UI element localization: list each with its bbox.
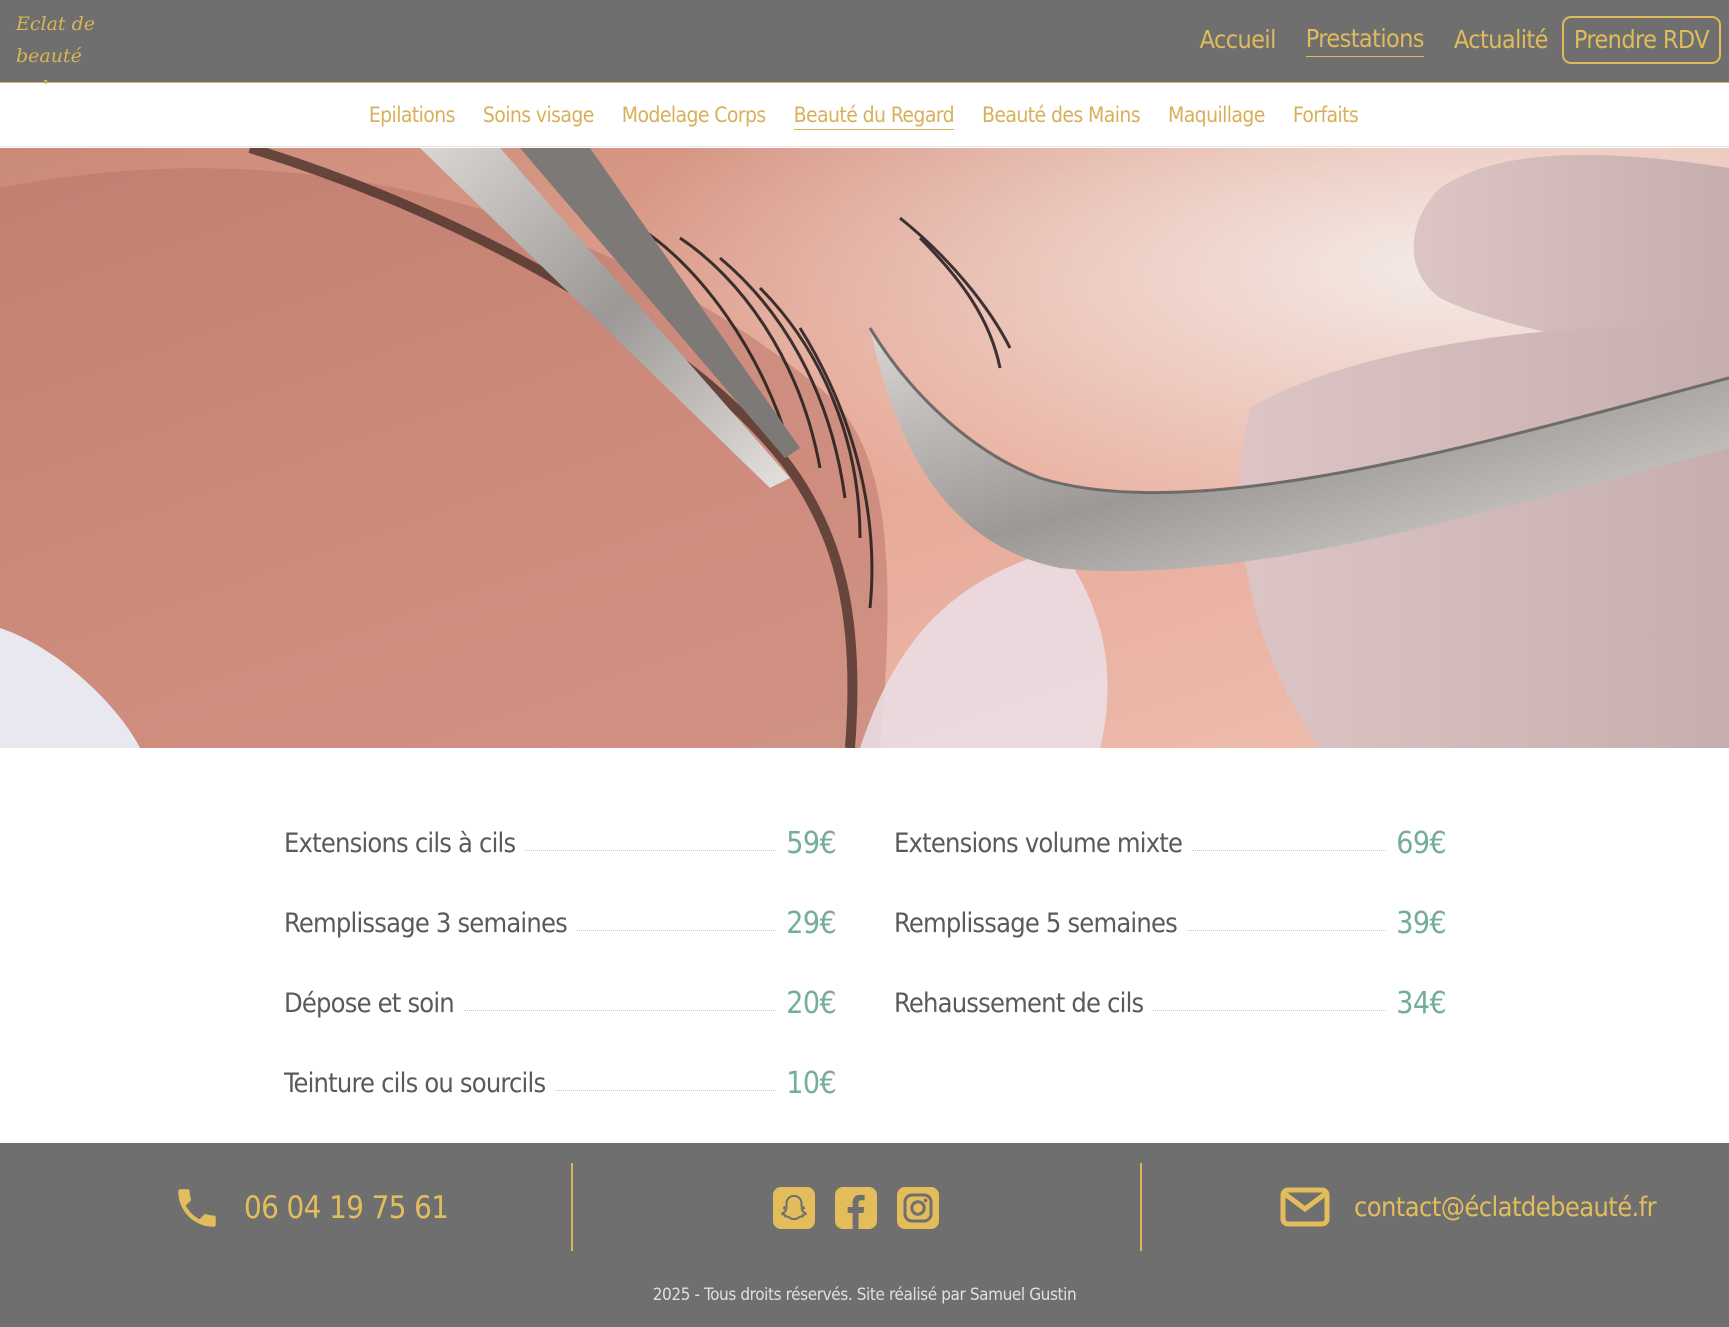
social-links [773, 1187, 959, 1229]
footer-divider [571, 1163, 573, 1251]
logo-line-1: Eclat de beauté [16, 13, 95, 67]
envelope-icon [1280, 1187, 1330, 1227]
copyright-text: 2025 - Tous droits réservés. Site réalis… [652, 1285, 1077, 1305]
subnav-epilations[interactable]: Epilations [369, 101, 456, 129]
subnav-soins-visage[interactable]: Soins visage [483, 101, 595, 129]
hero-illustration [0, 148, 1729, 748]
service-price: 69€ [1396, 826, 1446, 861]
service-name: Extensions cils à cils [284, 828, 516, 859]
service-name: Extensions volume mixte [894, 828, 1183, 859]
dotted-leader [555, 1090, 777, 1091]
subnav-maquillage[interactable]: Maquillage [1168, 101, 1265, 129]
service-price: 20€ [786, 986, 836, 1021]
dotted-leader [463, 1010, 777, 1011]
service-name: Teinture cils ou sourcils [284, 1068, 546, 1099]
dotted-leader [1192, 850, 1387, 851]
dotted-leader [1153, 1010, 1387, 1011]
service-name: Remplissage 3 semaines [284, 908, 568, 939]
price-column-right: Extensions volume mixte 69€ Remplissage … [894, 784, 1447, 1024]
subnav-modelage-corps[interactable]: Modelage Corps [622, 101, 767, 129]
price-row: Rehaussement de cils 34€ [894, 944, 1447, 1024]
service-price: 10€ [786, 1066, 836, 1101]
book-appointment-button[interactable]: Prendre RDV [1561, 16, 1721, 64]
service-name: Dépose et soin [284, 988, 455, 1019]
subnav-beaute-des-mains[interactable]: Beauté des Mains [982, 101, 1141, 129]
nav-prestations[interactable]: Prestations [1305, 23, 1425, 57]
price-row: Extensions volume mixte 69€ [894, 784, 1447, 864]
price-row: Dépose et soin 20€ [284, 944, 837, 1024]
phone-icon [178, 1189, 216, 1227]
service-price: 34€ [1396, 986, 1446, 1021]
service-price: 59€ [786, 826, 836, 861]
service-name: Rehaussement de cils [894, 988, 1144, 1019]
nav-accueil[interactable]: Accueil [1200, 24, 1277, 56]
dotted-leader [576, 930, 777, 931]
site-footer: 06 04 19 75 61 contact@éclatdebeauté.fr … [0, 1143, 1729, 1327]
phone-number: 06 04 19 75 61 [244, 1190, 449, 1226]
subnav-forfaits[interactable]: Forfaits [1293, 101, 1359, 129]
price-row: Remplissage 3 semaines 29€ [284, 864, 837, 944]
footer-phone[interactable]: 06 04 19 75 61 [172, 1183, 449, 1233]
price-column-left: Extensions cils à cils 59€ Remplissage 3… [284, 784, 837, 1104]
instagram-icon[interactable] [897, 1187, 939, 1229]
footer-email: contact@éclatdebeauté.fr [1280, 1187, 1657, 1227]
dotted-leader [525, 850, 777, 851]
hero-image-eyelash-extension [0, 148, 1729, 748]
subnav-beaute-du-regard[interactable]: Beauté du Regard [793, 101, 955, 130]
main-nav: Accueil Prestations Actualité Prendre RD… [1170, 16, 1721, 64]
price-row: Extensions cils à cils 59€ [284, 784, 837, 864]
service-price: 39€ [1396, 906, 1446, 941]
price-row: Teinture cils ou sourcils 10€ [284, 1024, 837, 1104]
site-header: Eclat de beauté by Virginie Accueil Pres… [0, 0, 1729, 131]
services-subnav: Epilations Soins visage Modelage Corps B… [0, 84, 1729, 147]
snapchat-icon[interactable] [773, 1187, 815, 1229]
footer-divider [1140, 1163, 1142, 1251]
nav-actualite[interactable]: Actualité [1454, 24, 1549, 56]
email-link[interactable]: contact@éclatdebeauté.fr [1354, 1192, 1657, 1223]
site-logo[interactable]: Eclat de beauté by Virginie [16, 8, 136, 131]
price-row: Remplissage 5 semaines 39€ [894, 864, 1447, 944]
service-price: 29€ [786, 906, 836, 941]
facebook-icon[interactable] [835, 1187, 877, 1229]
dotted-leader [1186, 930, 1387, 931]
service-name: Remplissage 5 semaines [894, 908, 1178, 939]
